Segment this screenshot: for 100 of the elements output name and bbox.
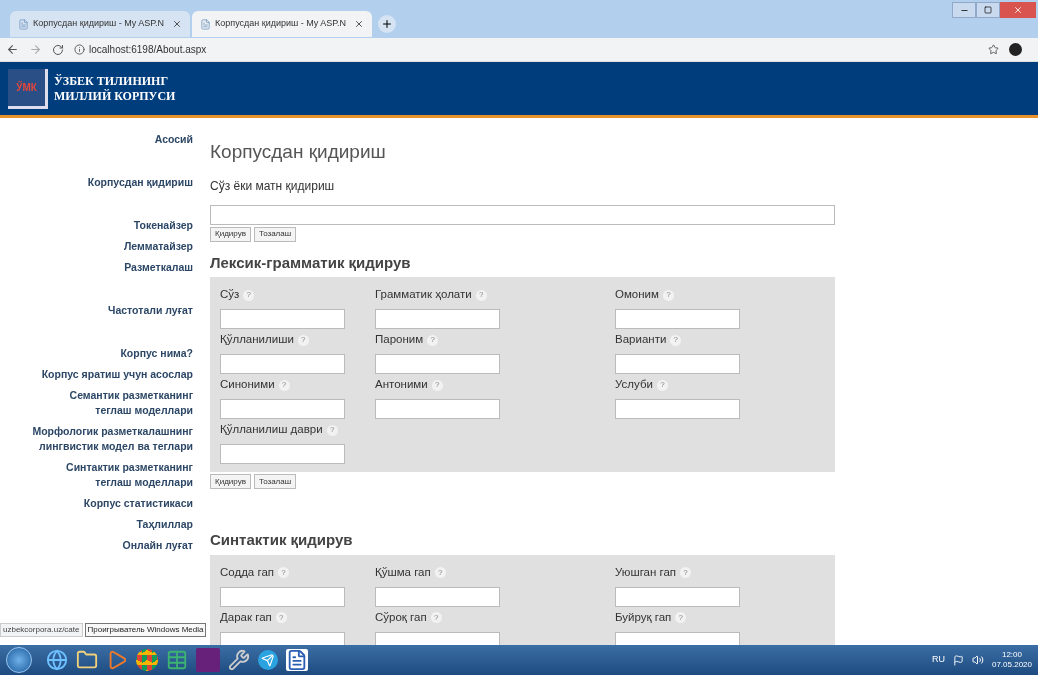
- section-heading: Синтактик қидирув: [210, 530, 354, 550]
- help-badge[interactable]: ?: [662, 289, 674, 301]
- browser-tab[interactable]: Корпусдан қидириш - My ASP.N: [192, 11, 372, 37]
- nav-link[interactable]: Корпус нима?: [120, 346, 193, 361]
- nav-link[interactable]: Корпусдан қидириш: [87, 175, 193, 190]
- section-heading: Лексик-грамматик қидирув: [210, 252, 412, 273]
- input-field[interactable]: [220, 444, 345, 464]
- form-button[interactable]: Тозалаш: [253, 474, 297, 489]
- input-field[interactable]: [375, 631, 500, 645]
- nav-link[interactable]: Синтактик разметканинг теглаш моделлари: [66, 460, 193, 490]
- input-field[interactable]: [375, 399, 500, 419]
- close-button[interactable]: [1000, 2, 1036, 18]
- nav-link[interactable]: Корпус статистикаси: [83, 496, 193, 511]
- field-label: Қўлланилиши: [220, 332, 294, 348]
- help-badge[interactable]: ?: [278, 567, 290, 578]
- input-field[interactable]: [220, 354, 345, 374]
- back-icon[interactable]: [6, 43, 19, 56]
- field-label: Дарак гап: [220, 609, 272, 625]
- info-icon: [74, 44, 85, 55]
- form-button[interactable]: Қидирув: [210, 226, 251, 242]
- input-field[interactable]: [220, 399, 345, 419]
- url-text[interactable]: localhost:6198/About.aspx: [89, 42, 207, 57]
- nav-link[interactable]: Лемматайзер: [123, 239, 193, 254]
- nav-link[interactable]: Асосий: [154, 132, 193, 147]
- input-field[interactable]: [615, 399, 740, 419]
- help-badge[interactable]: ?: [427, 334, 439, 346]
- maximize-button[interactable]: [976, 2, 1000, 18]
- input-field[interactable]: [375, 586, 500, 607]
- clock[interactable]: 12:00 07.05.2020: [991, 650, 1032, 670]
- input-field[interactable]: [220, 586, 345, 607]
- nav-link[interactable]: Онлайн луғат: [122, 538, 193, 553]
- volume-icon[interactable]: [971, 654, 984, 666]
- reload-icon[interactable]: [52, 43, 64, 56]
- field-label: Сўроқ гап: [375, 609, 427, 625]
- help-badge[interactable]: ?: [656, 379, 668, 391]
- nav-link[interactable]: Токенайзер: [133, 218, 193, 233]
- input-field[interactable]: [220, 309, 345, 329]
- nav-link[interactable]: Частотали луғат: [108, 303, 193, 318]
- field-label: Варианти: [615, 332, 667, 348]
- help-badge[interactable]: ?: [434, 567, 446, 578]
- help-badge[interactable]: ?: [297, 334, 309, 346]
- field-label: Уюшган гап: [615, 564, 677, 580]
- close-icon: [1013, 5, 1023, 15]
- input-field[interactable]: [375, 309, 500, 329]
- spreadsheet-icon[interactable]: [166, 649, 188, 671]
- tab-title: Корпусдан қидириш - My ASP.N: [215, 17, 347, 31]
- forward-icon[interactable]: [29, 43, 42, 56]
- input-field[interactable]: [615, 354, 740, 374]
- field-label: Қўлланилиш даври: [220, 422, 323, 438]
- nav-link[interactable]: Разметкалаш: [124, 260, 193, 275]
- folder-icon[interactable]: [76, 649, 98, 671]
- help-badge[interactable]: ?: [430, 612, 442, 623]
- start-button[interactable]: [6, 647, 32, 673]
- help-badge[interactable]: ?: [670, 334, 682, 346]
- telegram-icon[interactable]: [258, 650, 278, 670]
- field-label: Грамматик ҳолати: [375, 287, 472, 303]
- new-tab-button[interactable]: [378, 15, 396, 33]
- page-icon: [18, 18, 29, 30]
- help-badge[interactable]: ?: [675, 612, 687, 623]
- tab-title: Корпусдан қидириш - My ASP.N: [33, 17, 165, 31]
- tools-icon[interactable]: [228, 649, 250, 671]
- avatar-icon[interactable]: [1009, 43, 1022, 56]
- input-field[interactable]: [615, 586, 740, 607]
- browser-icon[interactable]: [46, 649, 68, 671]
- field-label: Сўз: [220, 287, 240, 303]
- field-label: Синоними: [220, 377, 275, 393]
- language-indicator[interactable]: RU: [931, 653, 945, 667]
- nav-link[interactable]: Корпус яратиш учун асослар: [41, 367, 193, 382]
- input-field[interactable]: [615, 309, 740, 329]
- maximize-icon: [984, 6, 992, 14]
- help-badge[interactable]: ?: [475, 289, 487, 301]
- search-field[interactable]: [210, 204, 835, 225]
- browser-tab[interactable]: Корпусдан қидириш - My ASP.N: [10, 11, 190, 37]
- help-badge[interactable]: ?: [275, 612, 287, 623]
- minimize-button[interactable]: [952, 2, 976, 18]
- field-label: Услуби: [615, 377, 653, 393]
- form-button[interactable]: Тозалаш: [253, 226, 297, 242]
- input-field[interactable]: [615, 631, 740, 645]
- field-label: Қўшма гап: [375, 564, 431, 580]
- field-label: Пароним: [375, 332, 424, 348]
- form-button[interactable]: Қидирув: [210, 474, 251, 489]
- bookmark-icon[interactable]: [988, 44, 999, 55]
- close-icon[interactable]: [172, 19, 182, 29]
- field-label: Омоним: [615, 287, 659, 303]
- help-badge[interactable]: ?: [680, 567, 692, 578]
- site-title: ЎЗБЕК ТИЛИНИНГ МИЛЛИЙ КОРПУСИ: [54, 73, 176, 104]
- input-field[interactable]: [220, 631, 345, 645]
- page-icon: [200, 18, 211, 30]
- flag-icon[interactable]: [952, 654, 964, 666]
- nav-link[interactable]: Семантик разметканинг теглаш моделлари: [69, 388, 193, 418]
- nav-link[interactable]: Морфологик разметкалашнинг лингвистик модел ва теглари: [32, 424, 193, 454]
- nav-link[interactable]: Таҳлиллар: [136, 517, 193, 532]
- field-label: Антоними: [375, 377, 428, 393]
- help-badge[interactable]: ?: [326, 424, 338, 436]
- input-field[interactable]: [375, 354, 500, 374]
- close-icon[interactable]: [354, 19, 364, 29]
- help-badge[interactable]: ?: [431, 379, 443, 391]
- field-label: Буйруқ гап: [615, 609, 672, 625]
- tooltip: Проигрыватель Windows Media: [84, 623, 207, 637]
- help-badge[interactable]: ?: [243, 289, 255, 301]
